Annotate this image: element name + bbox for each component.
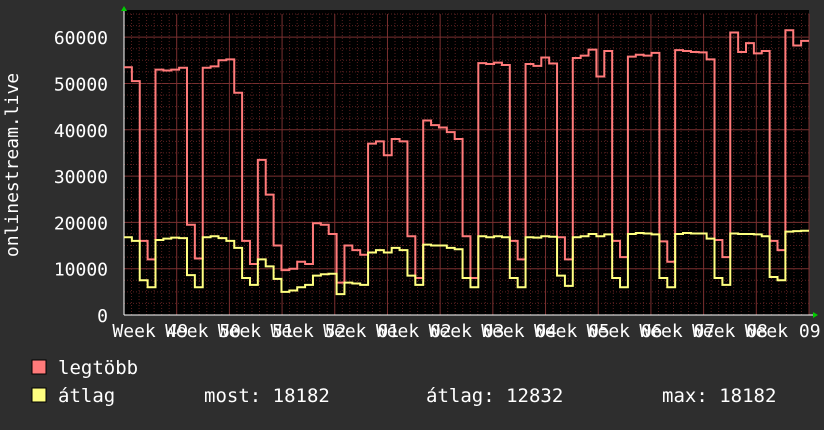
y-tick-label: 50000 (54, 74, 108, 95)
y-axis-arrow (121, 6, 127, 11)
y-tick-label: 30000 (54, 167, 108, 188)
stat-max: max: 18182 (662, 385, 776, 407)
x-tick-labels: Week 49Week 50Week 51Week 52Week 01Week … (112, 321, 820, 342)
chart: 0 10000 20000 30000 40000 50000 60000 Week 49W… (2, 6, 821, 407)
x-axis-arrow (813, 312, 818, 318)
y-tick-label: 20000 (54, 213, 108, 234)
y-tick-label: 0 (97, 306, 108, 327)
legend-label-2: átlag (58, 385, 115, 407)
y-tick-labels: 0 10000 20000 30000 40000 50000 60000 (54, 28, 108, 327)
legend-swatch-2 (31, 387, 47, 403)
legend-swatch-1 (31, 359, 47, 375)
stat-most: most: 18182 (204, 385, 330, 407)
y-axis-label: onlinestream.live (2, 73, 23, 257)
y-tick-label: 60000 (54, 28, 108, 49)
x-tick-label: Week 09 (745, 321, 821, 342)
legend-label-1: legtöbb (58, 357, 138, 379)
legend: legtöbb átlag most: 18182 átlag: 12832 max: … (31, 357, 776, 407)
y-tick-label: 10000 (54, 260, 108, 281)
y-tick-label: 40000 (54, 121, 108, 142)
stat-avg: átlag: 12832 (426, 385, 563, 407)
